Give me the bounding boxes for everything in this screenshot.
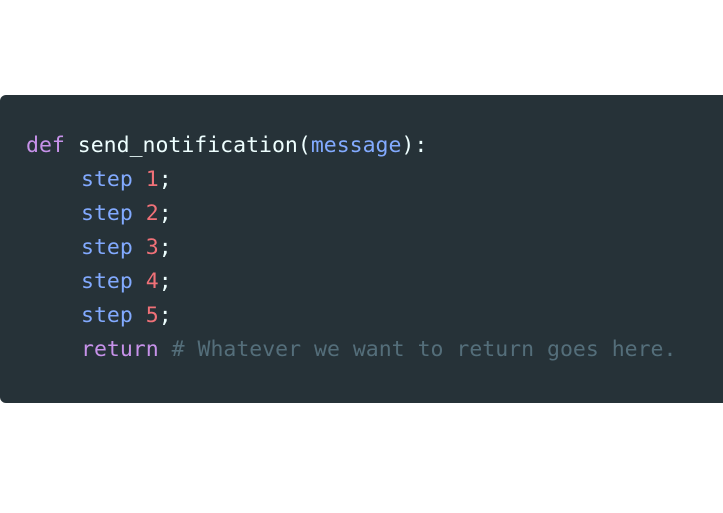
step-word: step xyxy=(81,167,133,192)
def-keyword: def xyxy=(26,133,65,158)
step-number: 4 xyxy=(145,269,159,294)
step-number: 5 xyxy=(145,303,159,328)
semicolon: ; xyxy=(158,303,172,328)
code-line-step: step 4; xyxy=(26,265,723,299)
step-word: step xyxy=(81,269,133,294)
semicolon: ; xyxy=(158,167,172,192)
code-line-step: step 3; xyxy=(26,231,723,265)
page: def send_notification(message): step 1; … xyxy=(0,0,723,513)
semicolon: ; xyxy=(158,235,172,260)
step-word: step xyxy=(81,201,133,226)
open-paren: ( xyxy=(297,133,311,158)
step-number: 3 xyxy=(145,235,159,260)
step-number: 2 xyxy=(145,201,159,226)
code-line-step: step 1; xyxy=(26,163,723,197)
step-word: step xyxy=(81,303,133,328)
code-line-def: def send_notification(message): xyxy=(26,129,723,163)
return-keyword: return xyxy=(81,337,159,362)
function-name: send_notification xyxy=(77,133,298,158)
param-message: message xyxy=(310,133,402,158)
step-word: step xyxy=(81,235,133,260)
code-block: def send_notification(message): step 1; … xyxy=(0,95,723,403)
step-number: 1 xyxy=(145,167,159,192)
close-paren-colon: ): xyxy=(401,133,428,158)
code-line-step: step 2; xyxy=(26,197,723,231)
code-line-return: return # Whatever we want to return goes… xyxy=(26,333,723,367)
semicolon: ; xyxy=(158,201,172,226)
semicolon: ; xyxy=(158,269,172,294)
code-line-step: step 5; xyxy=(26,299,723,333)
code-comment: # Whatever we want to return goes here. xyxy=(171,337,677,362)
